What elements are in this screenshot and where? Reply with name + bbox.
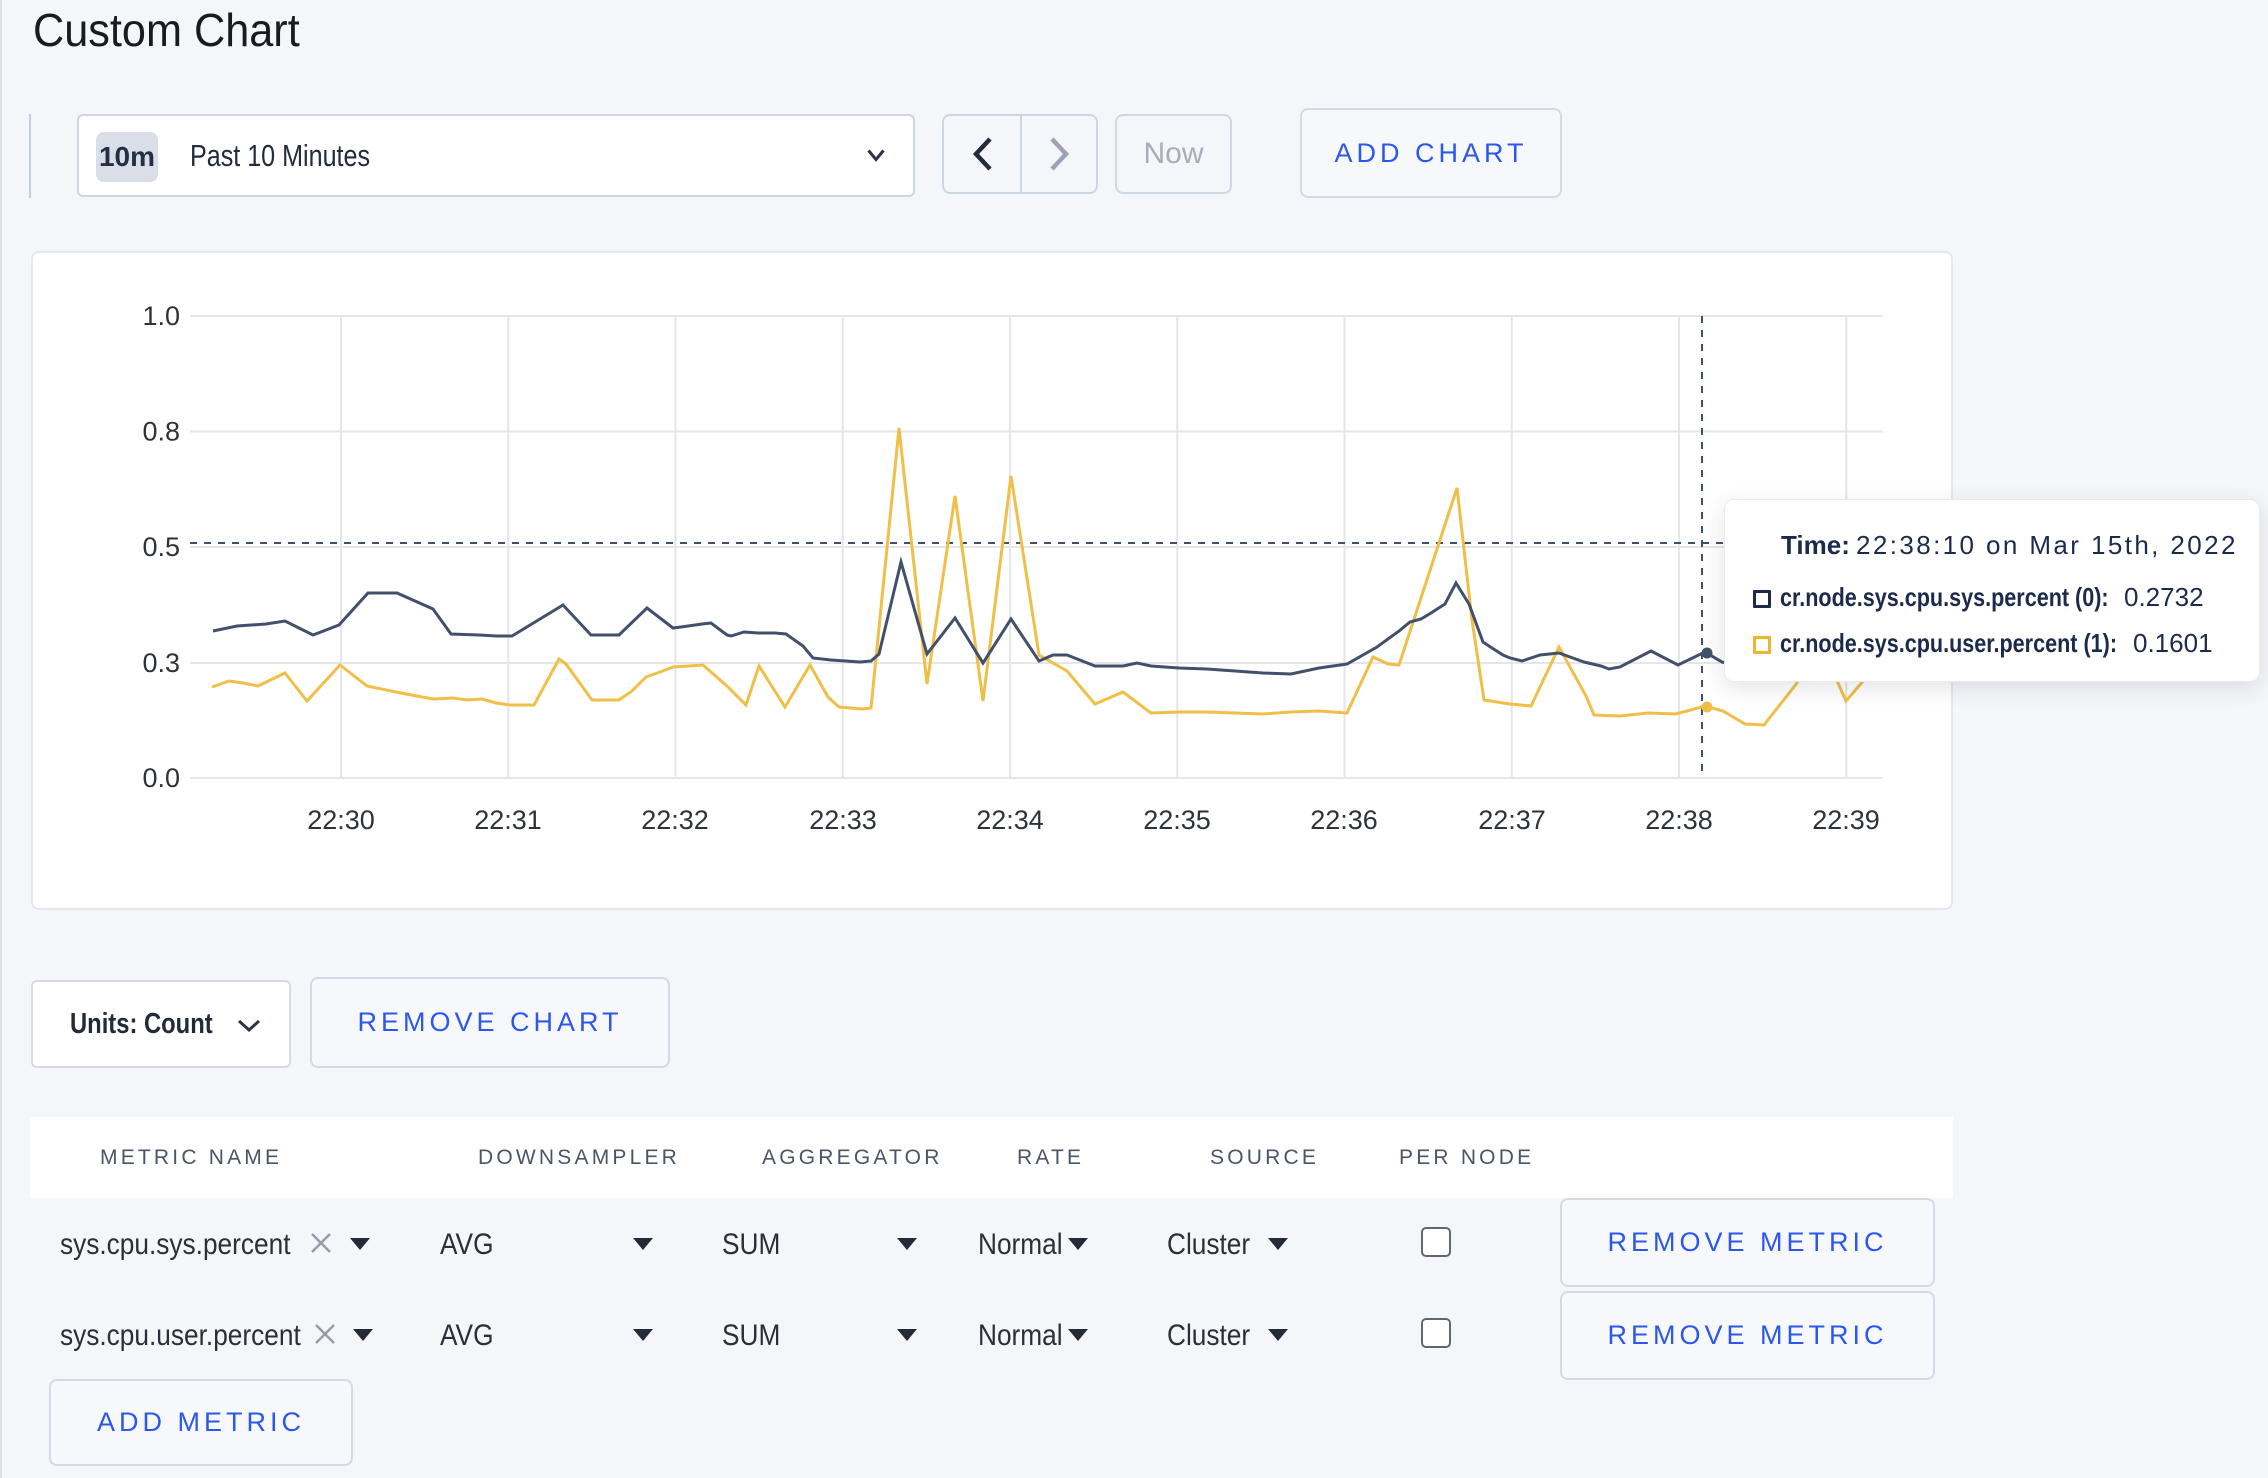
svg-text:0.8: 0.8 (142, 417, 180, 447)
svg-text:0.3: 0.3 (142, 648, 180, 678)
svg-text:22:38: 22:38 (1645, 805, 1713, 835)
svg-text:22:37: 22:37 (1478, 805, 1546, 835)
svg-text:22:39: 22:39 (1812, 805, 1880, 835)
svg-text:22:32: 22:32 (641, 805, 709, 835)
svg-text:22:35: 22:35 (1143, 805, 1211, 835)
svg-text:1.0: 1.0 (142, 301, 180, 331)
svg-text:22:33: 22:33 (809, 805, 877, 835)
svg-text:22:31: 22:31 (474, 805, 542, 835)
svg-text:22:36: 22:36 (1310, 805, 1378, 835)
svg-text:0.5: 0.5 (142, 532, 180, 562)
svg-text:22:30: 22:30 (307, 805, 375, 835)
svg-text:22:34: 22:34 (976, 805, 1044, 835)
svg-text:0.0: 0.0 (142, 763, 180, 793)
